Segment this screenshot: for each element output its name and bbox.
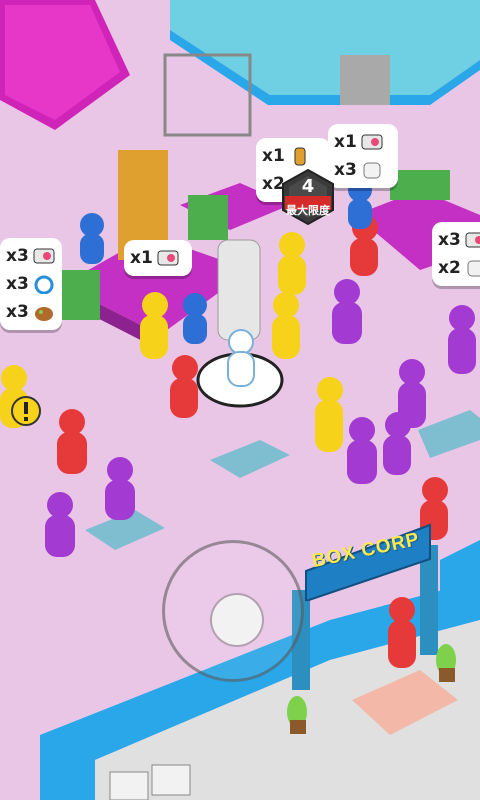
radio-icon (465, 230, 480, 250)
customer-red (57, 409, 87, 474)
order-row: x1 (334, 128, 392, 156)
game-scene: x3 x3 x3 x1 x1 x2 x1 x3 x3 x2 4 最大限度 BOX… (0, 0, 480, 800)
customer-red (388, 597, 416, 668)
customer-yellow (278, 232, 306, 295)
order-row: x3 (438, 226, 480, 254)
order-bubble-top-right: x1 x3 (328, 124, 398, 188)
alert-icon[interactable] (10, 395, 42, 427)
order-qty: x1 (130, 248, 153, 268)
worker-blue (183, 293, 207, 344)
order-row: x3 (6, 270, 56, 298)
radio-icon (157, 248, 183, 268)
order-bubble-right: x3 x2 (432, 222, 480, 286)
carry-limit-badge: 4 最大限度 (279, 168, 337, 226)
customer-purple (448, 305, 476, 374)
order-qty: x3 (438, 230, 461, 250)
carry-limit-value: 4 (301, 176, 315, 197)
player-character (227, 329, 255, 387)
customer-purple (347, 417, 377, 484)
order-qty: x1 (334, 132, 357, 152)
customer-purple (332, 279, 362, 344)
order-bubble-left: x3 x3 x3 (0, 238, 62, 330)
order-row: x1 (262, 142, 324, 170)
order-qty: x2 (438, 258, 461, 278)
carry-limit-label: 最大限度 (286, 204, 330, 217)
order-row: x2 (438, 254, 480, 282)
worker-blue (80, 213, 104, 264)
radio-icon (33, 246, 56, 266)
order-qty: x3 (6, 302, 29, 322)
order-row: x3 (334, 156, 392, 184)
customer-yellow (315, 377, 343, 452)
bag-icon (33, 302, 56, 322)
toilet-paper-icon (465, 258, 480, 278)
order-qty: x3 (334, 160, 357, 180)
clock-icon (33, 274, 56, 295)
customer-purple (105, 457, 135, 520)
bottle-icon (289, 146, 315, 166)
order-row: x1 (130, 244, 186, 272)
order-row: x3 (6, 242, 56, 270)
order-qty: x1 (262, 146, 285, 166)
toilet-paper-icon (361, 160, 387, 180)
customer-red (170, 355, 198, 418)
customer-yellow (272, 292, 300, 359)
radio-icon (361, 132, 387, 152)
order-qty: x3 (6, 246, 29, 266)
order-bubble-center-left: x1 (124, 240, 192, 276)
customer-purple (45, 492, 75, 557)
customer-purple (383, 412, 411, 475)
customer-yellow (140, 292, 168, 359)
order-qty: x3 (6, 274, 29, 294)
order-row: x3 (6, 298, 56, 326)
joystick-knob[interactable] (212, 595, 262, 645)
